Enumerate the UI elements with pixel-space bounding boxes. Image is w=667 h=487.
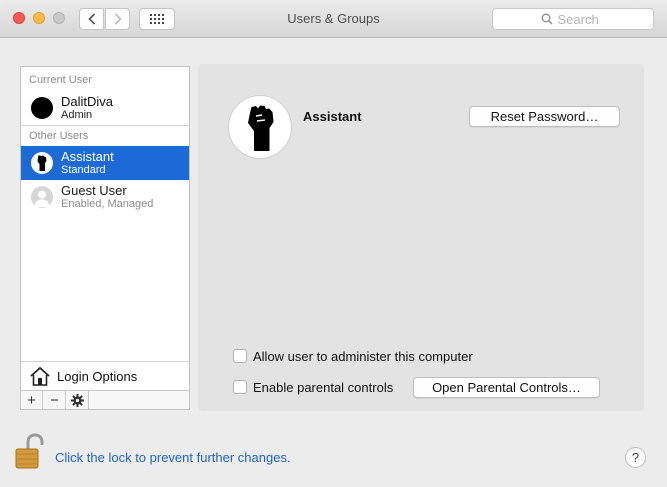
parental-controls-checkbox[interactable] <box>233 380 247 394</box>
allow-admin-checkbox[interactable] <box>233 349 247 363</box>
preferences-window: Users & Groups Current User DalitDiva Ad… <box>0 0 667 487</box>
lock-button[interactable] <box>14 433 46 474</box>
user-name: Assistant <box>61 149 114 164</box>
generic-person-avatar <box>31 186 53 208</box>
parental-controls-row: Enable parental controls <box>233 378 393 396</box>
current-user-heading: Current User <box>29 74 92 86</box>
user-row-dalitdiva[interactable]: DalitDiva Admin <box>21 91 189 125</box>
login-options-label: Login Options <box>57 369 138 384</box>
user-detail-panel: Assistant Reset Password… Allow user to … <box>198 64 644 411</box>
section-divider <box>21 125 189 126</box>
selected-user-name: Assistant <box>303 109 362 124</box>
raised-fist-avatar[interactable] <box>228 95 292 159</box>
users-list: Current User DalitDiva Admin Other Users… <box>20 66 190 410</box>
user-row-assistant[interactable]: Assistant Standard <box>21 146 189 180</box>
question-mark-icon: ? <box>631 450 640 465</box>
title-bar: Users & Groups <box>0 0 667 38</box>
login-options-item[interactable]: Login Options <box>21 363 189 389</box>
other-users-heading: Other Users <box>29 130 89 142</box>
reset-password-button[interactable]: Reset Password… <box>469 106 620 127</box>
raised-fist-avatar <box>31 152 53 174</box>
lock-message[interactable]: Click the lock to prevent further change… <box>55 450 291 465</box>
black-circle-avatar <box>31 97 53 119</box>
user-role: Enabled, Managed <box>61 198 154 210</box>
user-name: Guest User <box>61 183 127 198</box>
gear-icon <box>71 393 84 407</box>
house-icon <box>30 366 50 386</box>
unlocked-padlock-icon <box>15 433 44 469</box>
allow-admin-row: Allow user to administer this computer <box>233 347 473 365</box>
user-role: Admin <box>61 109 93 121</box>
add-user-button[interactable]: + <box>21 391 43 409</box>
plus-icon: + <box>27 391 36 409</box>
user-name: DalitDiva <box>61 94 114 109</box>
user-role: Standard <box>61 164 106 176</box>
parental-controls-label[interactable]: Enable parental controls <box>253 380 393 395</box>
remove-user-button[interactable]: − <box>44 391 66 409</box>
login-options-divider <box>21 361 189 362</box>
user-row-guest[interactable]: Guest User Enabled, Managed <box>21 180 189 214</box>
minus-icon: − <box>50 391 59 409</box>
search-icon <box>541 13 552 25</box>
search-input[interactable] <box>557 11 606 27</box>
action-menu-button[interactable] <box>67 391 89 409</box>
help-button[interactable]: ? <box>625 447 646 468</box>
search-field[interactable] <box>492 8 654 30</box>
list-toolbar: + − <box>21 390 189 409</box>
allow-admin-label[interactable]: Allow user to administer this computer <box>253 349 473 364</box>
open-parental-controls-button[interactable]: Open Parental Controls… <box>413 377 600 398</box>
